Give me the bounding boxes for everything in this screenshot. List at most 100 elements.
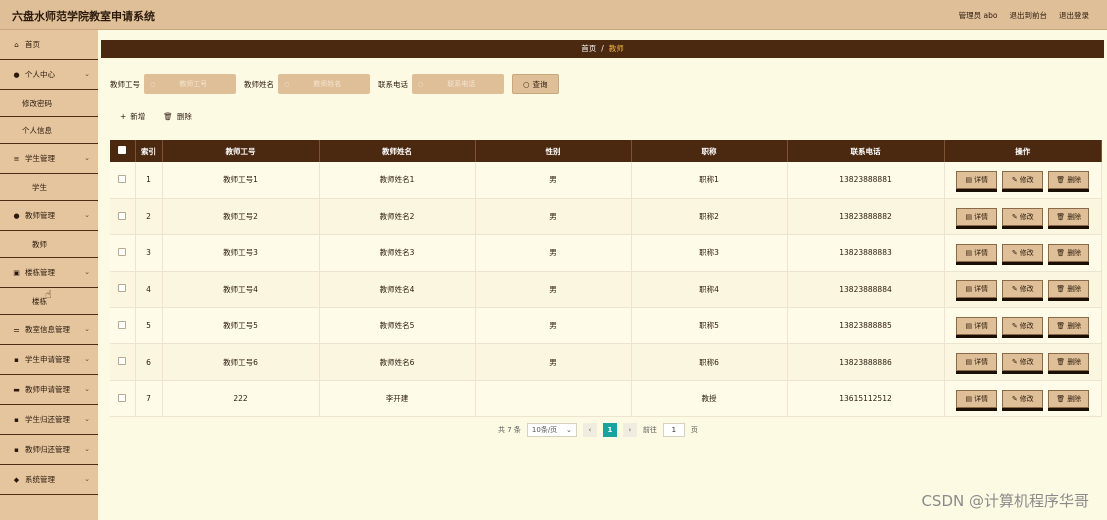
detail-button[interactable]: ▤ 详情 bbox=[956, 243, 998, 262]
sidebar-item-student-application-management[interactable]: ▪ 学生申请管理 ⌄ bbox=[0, 345, 98, 375]
delete-button[interactable]: 🗑 删除 bbox=[1048, 243, 1090, 262]
next-page-button[interactable]: › bbox=[622, 423, 637, 437]
sidebar-item-label: 教室信息管理 bbox=[25, 325, 70, 334]
row-checkbox-cell[interactable] bbox=[110, 234, 136, 272]
add-button[interactable]: + 新增 bbox=[120, 111, 145, 122]
delete-button[interactable]: 🗑 删除 bbox=[1048, 353, 1090, 372]
edit-button-label: 修改 bbox=[1019, 175, 1034, 184]
row-checkbox-cell[interactable] bbox=[110, 198, 136, 236]
page-number-current[interactable]: 1 bbox=[602, 423, 617, 437]
edit-button[interactable]: ✎ 修改 bbox=[1002, 353, 1044, 372]
breadcrumb-separator: / bbox=[601, 44, 604, 53]
col-header-teacher-no: 教师工号 bbox=[162, 140, 320, 162]
table-row[interactable]: 5 教师工号5 教师姓名5 男职称5 13823888885 ▤ 详情 ✎ 修改 🗑 删除 bbox=[110, 307, 1102, 345]
sidebar-item-teacher-return-management[interactable]: ▪ 教师归还管理 ⌄ bbox=[0, 435, 98, 465]
sidebar-item-student-management[interactable]: ≡ 学生管理 ⌄ bbox=[0, 144, 98, 174]
cell-phone: 13823888886 bbox=[787, 343, 945, 381]
select-all-checkbox[interactable] bbox=[118, 146, 127, 154]
edit-button[interactable]: ✎ 修改 bbox=[1002, 316, 1044, 335]
delete-button[interactable]: 🗑 删除 bbox=[1048, 389, 1090, 408]
search-icon: ○ bbox=[284, 80, 290, 88]
prev-page-button[interactable]: ‹ bbox=[582, 423, 597, 437]
row-checkbox[interactable] bbox=[118, 174, 127, 183]
row-checkbox-cell[interactable] bbox=[110, 271, 136, 309]
edit-button[interactable]: ✎ 修改 bbox=[1002, 207, 1044, 226]
trash-icon: 🗑 bbox=[1056, 321, 1066, 330]
row-checkbox[interactable] bbox=[118, 211, 127, 220]
sidebar-item-teacher-application-management[interactable]: ▬ 教师申请管理 ⌄ bbox=[0, 375, 98, 405]
detail-button[interactable]: ▤ 详情 bbox=[956, 170, 998, 189]
grid-icon: ▪ bbox=[14, 415, 19, 424]
row-checkbox-cell[interactable] bbox=[110, 343, 136, 381]
detail-button[interactable]: ▤ 详情 bbox=[956, 207, 998, 226]
table-row[interactable]: 6 教师工号6 教师姓名6 男职称6 13823888886 ▤ 详情 ✎ 修改 🗑 删除 bbox=[110, 343, 1102, 381]
teacher-no-input[interactable]: ○ 教师工号 bbox=[144, 74, 236, 94]
teacher-no-placeholder: 教师工号 bbox=[179, 80, 208, 88]
cell-teacher-name: 教师姓名4 bbox=[319, 271, 476, 309]
breadcrumb-home[interactable]: 首页 bbox=[581, 44, 596, 53]
phone-input[interactable]: ○ 联系电话 bbox=[412, 74, 504, 94]
table-row[interactable]: 7 222 李开建 教授 13615112512 ▤ 详情 ✎ 修改 🗑 删除 bbox=[110, 380, 1102, 418]
delete-button-label: 删除 bbox=[1067, 394, 1082, 403]
edit-button[interactable]: ✎ 修改 bbox=[1002, 389, 1044, 408]
detail-button[interactable]: ▤ 详情 bbox=[956, 353, 998, 372]
trash-icon: 🗑 bbox=[1056, 394, 1066, 403]
sidebar-item-building-management[interactable]: ▣ 楼栋管理 ⌄ bbox=[0, 258, 98, 288]
delete-button[interactable]: 🗑 删除 bbox=[1048, 170, 1090, 189]
row-checkbox[interactable] bbox=[118, 320, 127, 329]
cell-ops: ▤ 详情 ✎ 修改 🗑 删除 bbox=[944, 307, 1102, 345]
row-checkbox[interactable] bbox=[118, 284, 127, 293]
page-size-select[interactable]: 10条/页 ⌄ bbox=[526, 423, 577, 437]
row-checkbox[interactable] bbox=[118, 247, 127, 256]
row-checkbox-cell[interactable] bbox=[110, 307, 136, 345]
sidebar-item-personal-info[interactable]: 个人信息 bbox=[0, 117, 98, 144]
user-icon: ● bbox=[13, 70, 20, 79]
edit-button[interactable]: ✎ 修改 bbox=[1002, 170, 1044, 189]
plus-icon: + bbox=[120, 112, 127, 121]
edit-button[interactable]: ✎ 修改 bbox=[1002, 243, 1044, 262]
sidebar-item-teacher[interactable]: 教师 bbox=[0, 231, 98, 258]
table-row[interactable]: 1 教师工号1 教师姓名1 男职称1 13823888881 ▤ 详情 ✎ 修改 🗑 删除 bbox=[110, 162, 1102, 199]
logout-link[interactable]: 退出登录 bbox=[1059, 10, 1089, 21]
cell-ops: ▤ 详情 ✎ 修改 🗑 删除 bbox=[944, 198, 1102, 236]
table-row[interactable]: 3 教师工号3 教师姓名3 男职称3 13823888883 ▤ 详情 ✎ 修改 🗑 删除 bbox=[110, 234, 1102, 272]
select-all-header[interactable] bbox=[110, 140, 136, 162]
goto-page-input[interactable]: 1 bbox=[662, 423, 685, 437]
table-row[interactable]: 4 教师工号4 教师姓名4 男职称4 13823888884 ▤ 详情 ✎ 修改 🗑 删除 bbox=[110, 271, 1102, 309]
page-size-value: 10条/页 bbox=[531, 426, 558, 434]
delete-button[interactable]: 🗑 删除 bbox=[1048, 316, 1090, 335]
search-bar: 教师工号 ○ 教师工号 教师姓名 ○ 教师姓名 联系电话 ○ 联系电话 ○ 查询 bbox=[110, 74, 559, 94]
cell-index: 4 bbox=[135, 271, 163, 309]
sidebar-item-classroom-info-management[interactable]: ⚌ 教室信息管理 ⌄ bbox=[0, 315, 98, 345]
cell-phone: 13823888883 bbox=[787, 234, 945, 272]
delete-button[interactable]: 🗑 删除 bbox=[1048, 207, 1090, 226]
detail-button[interactable]: ▤ 详情 bbox=[956, 389, 998, 408]
delete-button[interactable]: 🗑 删除 bbox=[1048, 280, 1090, 299]
table-row[interactable]: 2 教师工号2 教师姓名2 男职称2 13823888882 ▤ 详情 ✎ 修改 🗑 删除 bbox=[110, 198, 1102, 236]
sidebar-item-system-management[interactable]: ◆ 系统管理 ⌄ bbox=[0, 465, 98, 495]
cell-index: 1 bbox=[135, 162, 163, 199]
batch-delete-button[interactable]: 🗑 删除 bbox=[163, 111, 192, 122]
pencil-icon: ✎ bbox=[1011, 394, 1018, 403]
detail-button[interactable]: ▤ 详情 bbox=[956, 316, 998, 335]
row-checkbox[interactable] bbox=[118, 357, 127, 366]
sidebar-item-teacher-management[interactable]: ● 教师管理 ⌄ bbox=[0, 201, 98, 231]
trash-icon: 🗑 bbox=[1056, 175, 1066, 184]
sidebar-item-home[interactable]: ⌂ 首页 bbox=[0, 30, 98, 60]
detail-button[interactable]: ▤ 详情 bbox=[956, 280, 998, 299]
sidebar-item-student[interactable]: 学生 bbox=[0, 174, 98, 201]
teacher-name-input[interactable]: ○ 教师姓名 bbox=[278, 74, 370, 94]
sidebar-item-student-return-management[interactable]: ▪ 学生归还管理 ⌄ bbox=[0, 405, 98, 435]
query-button-label: 查询 bbox=[532, 79, 548, 89]
query-button[interactable]: ○ 查询 bbox=[512, 74, 559, 94]
row-checkbox-cell[interactable] bbox=[110, 380, 136, 418]
sidebar-item-personal-center[interactable]: ● 个人中心 ⌄ bbox=[0, 60, 98, 90]
sidebar-item-label: 楼栋管理 bbox=[25, 268, 55, 277]
doc-icon: ▤ bbox=[965, 285, 973, 294]
cell-gender: 男 bbox=[475, 162, 632, 199]
row-checkbox-cell[interactable] bbox=[110, 162, 136, 199]
edit-button[interactable]: ✎ 修改 bbox=[1002, 280, 1044, 299]
row-checkbox[interactable] bbox=[118, 393, 127, 402]
sidebar-item-change-password[interactable]: 修改密码 bbox=[0, 90, 98, 117]
exit-to-front-link[interactable]: 退出到前台 bbox=[1010, 10, 1048, 21]
